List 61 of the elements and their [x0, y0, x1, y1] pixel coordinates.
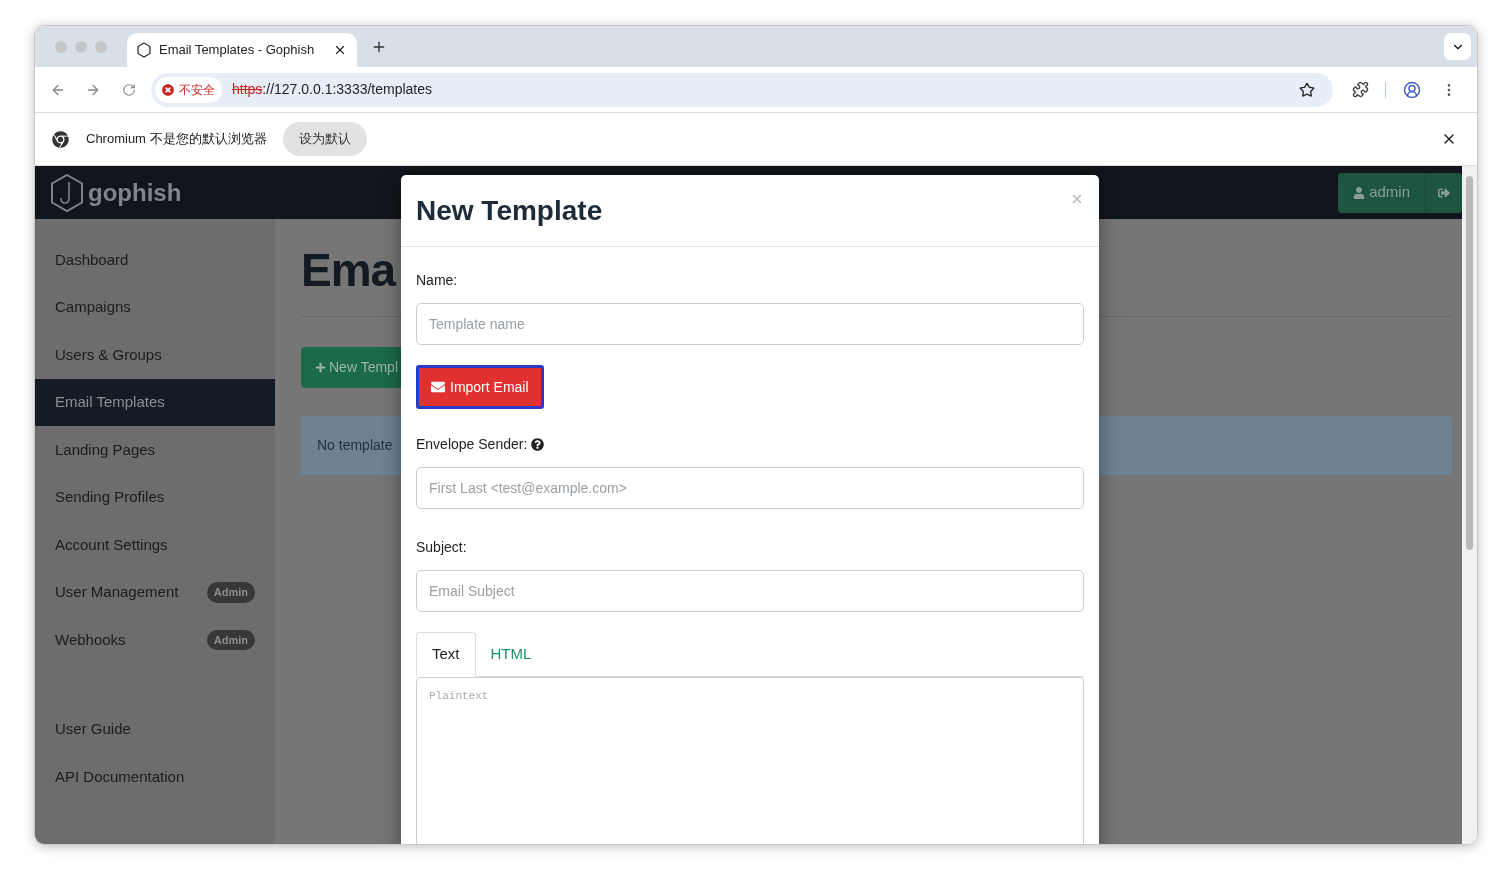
sidebar-item[interactable]: Email Templates — [35, 378, 275, 426]
logout-icon[interactable] — [1438, 186, 1450, 199]
chromium-logo-icon — [52, 130, 69, 148]
tab-title: Email Templates - Gophish — [159, 41, 316, 60]
text-field[interactable]: Template name — [416, 303, 1084, 345]
infobar-message: Chromium 不是您的默认浏览器 — [86, 130, 267, 149]
extensions-icon[interactable] — [1352, 81, 1369, 98]
error-icon — [162, 83, 174, 96]
hexagon-icon — [137, 42, 151, 58]
sidebar-item[interactable]: Sending Profiles — [35, 473, 275, 521]
nav-label: Dashboard — [55, 249, 130, 270]
modal-title: New Template — [416, 193, 603, 228]
editor-tab[interactable]: Text — [416, 632, 476, 677]
set-default-button[interactable]: 设为默认 — [282, 122, 367, 156]
hook-logo-icon — [49, 172, 85, 213]
scrollbar[interactable] — [1462, 166, 1477, 844]
address-bar[interactable]: 不安全 https://127.0.0.1:3333/templates — [151, 72, 1333, 107]
field-label: Envelope Sender: — [416, 434, 528, 454]
admin-button[interactable]: admin — [1338, 172, 1425, 213]
admin-badge: Admin — [206, 582, 255, 603]
help-icon[interactable] — [531, 437, 545, 451]
security-chip[interactable]: 不安全 — [155, 76, 222, 103]
nav-label: Email Templates — [55, 392, 166, 412]
reload-icon[interactable] — [122, 82, 136, 97]
nav-label: Landing Pages — [55, 439, 157, 460]
nav-label: Account Settings — [55, 534, 169, 555]
security-label: 不安全 — [179, 81, 215, 99]
sidebar-item[interactable]: Landing Pages — [35, 426, 275, 474]
plaintext-editor[interactable]: Plaintext — [416, 677, 1084, 844]
nav-label: Webhooks — [55, 629, 127, 650]
nav-label: User Management — [55, 582, 180, 602]
admin-badge: Admin — [206, 629, 255, 650]
close-icon[interactable] — [333, 43, 347, 57]
url-text: https://127.0.0.1:3333/templates — [232, 80, 433, 99]
sidebar-item[interactable]: Account Settings — [35, 521, 275, 569]
sidebar-item[interactable]: Webhooks Admin — [35, 616, 275, 664]
plus-icon — [315, 362, 326, 373]
page-heading: Ema — [301, 244, 396, 296]
field-label: Subject: — [416, 537, 467, 557]
import-email-button[interactable]: Import Email — [416, 365, 544, 409]
alert-text: No template — [317, 436, 393, 455]
sidebar-item[interactable]: Campaigns — [35, 283, 275, 331]
tab-search-button[interactable] — [1444, 33, 1471, 60]
field-label: Name: — [416, 270, 458, 290]
help-link[interactable]: API Documentation — [55, 765, 185, 788]
help-link[interactable]: User Guide — [55, 718, 131, 741]
envelope-icon — [431, 380, 445, 394]
profile-icon[interactable] — [1403, 80, 1421, 99]
bookmark-star-icon[interactable] — [1299, 81, 1315, 98]
text-field[interactable]: First Last <test@example.com> — [416, 467, 1084, 509]
nav-label: Users & Groups — [55, 344, 163, 365]
sidebar-item[interactable]: Users & Groups — [35, 331, 275, 379]
nav-label: Sending Profiles — [55, 487, 166, 507]
browser-tab[interactable]: Email Templates - Gophish — [127, 33, 357, 67]
nav-label: Campaigns — [55, 297, 132, 317]
brand-name: gophish — [88, 177, 182, 208]
editor-tab[interactable]: HTML — [475, 632, 547, 677]
text-field[interactable]: Email Subject — [416, 570, 1084, 612]
user-icon — [1353, 186, 1366, 199]
sidebar-item[interactable]: Dashboard — [35, 236, 275, 284]
sidebar-item[interactable]: User Management Admin — [35, 568, 275, 616]
